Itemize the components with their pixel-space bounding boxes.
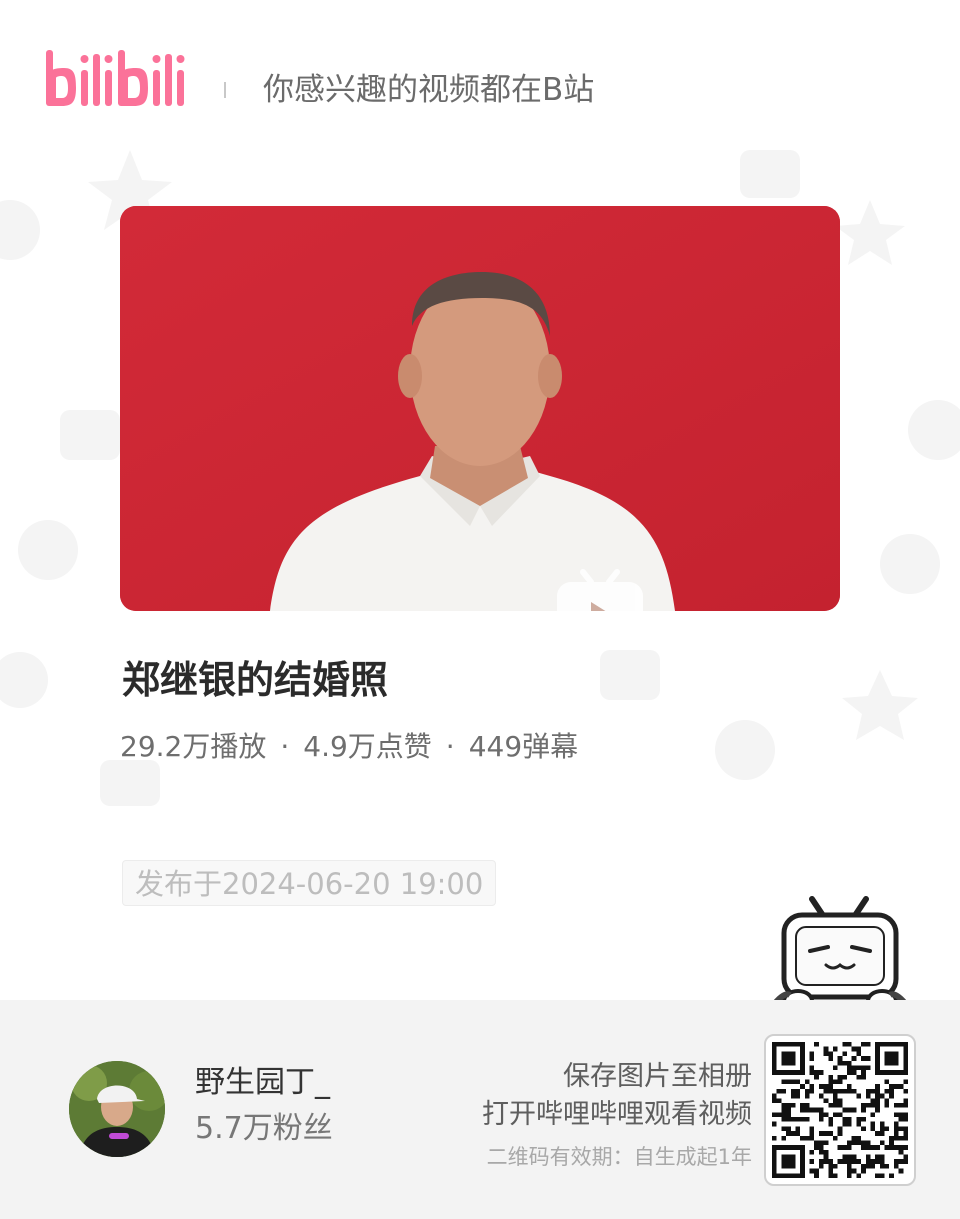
header-divider [224,82,226,98]
share-footer: 野生园丁_ 5.7万粉丝 保存图片至相册 打开哔哩哔哩观看视频 二维码有效期：自… [0,1000,960,1219]
uploader-followers: 5.7万粉丝 [195,1111,333,1146]
qr-code-image [772,1042,908,1178]
save-hint: 保存图片至相册 [563,1061,752,1092]
tv-mascot-icon [770,896,910,1013]
brand-slogan: 你感兴趣的视频都在B站 [263,72,595,108]
stats-separator: · [280,730,290,763]
view-count: 29.2万播放 [120,730,267,763]
tv-play-icon[interactable] [555,568,645,611]
qr-validity: 二维码有效期：自生成起1年 [486,1145,752,1169]
stats-separator: · [445,730,455,763]
video-title: 郑继银的结婚照 [122,658,389,702]
cover-image [120,206,840,611]
video-stats: 29.2万播放 · 4.9万点赞 · 449弹幕 [120,727,578,767]
open-hint: 打开哔哩哔哩观看视频 [482,1099,752,1130]
avatar-image [69,1061,165,1157]
avatar[interactable] [69,1061,165,1157]
danmaku-count: 449弹幕 [468,730,579,763]
uploader-name[interactable]: 野生园丁_ [195,1062,330,1104]
like-count: 4.9万点赞 [303,730,432,763]
qr-code[interactable] [764,1034,916,1186]
video-cover[interactable] [120,206,840,611]
bilibili-logo [46,50,185,106]
publish-time: 发布于2024-06-20 19:00 [122,860,497,906]
